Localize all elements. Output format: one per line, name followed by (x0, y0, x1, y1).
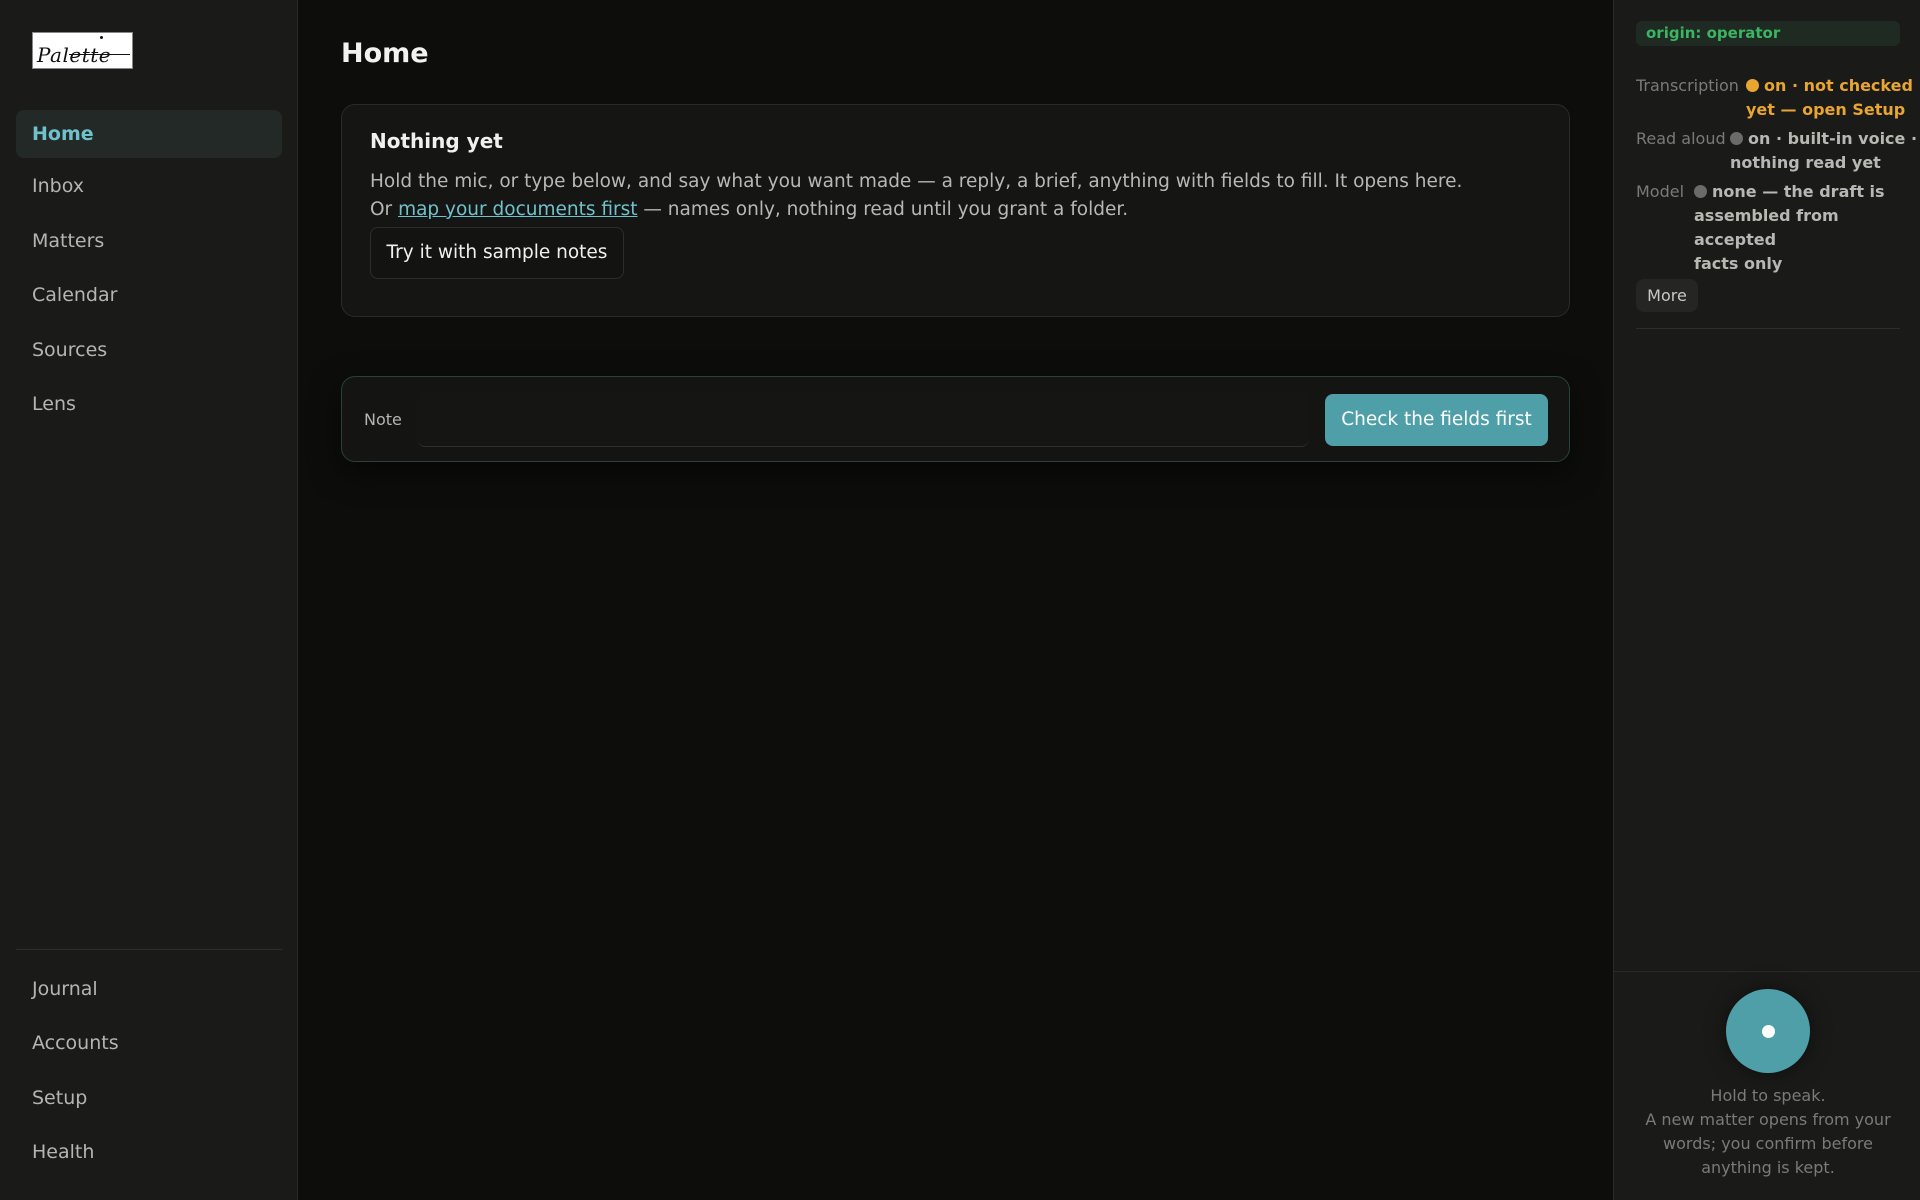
empty-state-card: Nothing yet Hold the mic, or type below,… (341, 104, 1570, 317)
status-dot-icon (1694, 185, 1707, 198)
mic-section-divider (1614, 971, 1920, 972)
sidebar-item-lens[interactable]: Lens (16, 380, 282, 428)
map-line-suffix: — names only, nothing read until you gra… (637, 199, 1129, 220)
origin-badge: origin: operator (1636, 21, 1900, 46)
hold-to-speak-button[interactable] (1726, 989, 1810, 1073)
sidebar-item-sources[interactable]: Sources (16, 326, 282, 374)
record-dot-icon (1762, 1025, 1775, 1038)
hold-desc-line1: A new matter opens from your (1645, 1110, 1891, 1129)
logo-underline (69, 54, 130, 55)
hold-desc-line3: anything is kept. (1701, 1158, 1835, 1177)
empty-state-map-line: Or map your documents first — names only… (370, 199, 1128, 220)
model-status-line1: none — the draft is (1694, 180, 1920, 204)
more-button[interactable]: More (1636, 279, 1698, 312)
sidebar-item-calendar[interactable]: Calendar (16, 271, 282, 319)
sidebar-item-journal[interactable]: Journal (16, 965, 282, 1013)
app-root: Palette Home Inbox Matters Calendar Sour… (0, 0, 1920, 1200)
transcription-status-line2: yet — open Setup (1746, 100, 1906, 119)
model-status-text1: none — the draft is (1712, 182, 1885, 201)
sidebar-item-setup[interactable]: Setup (16, 1074, 282, 1122)
page-title: Home (341, 38, 429, 69)
empty-state-title: Nothing yet (370, 129, 503, 153)
transcription-label: Transcription (1636, 76, 1739, 95)
logo-dot (100, 36, 103, 39)
model-label: Model (1636, 182, 1685, 201)
read-aloud-status-text1: on · built-in voice · (1748, 129, 1918, 148)
note-input[interactable] (417, 391, 1309, 447)
read-aloud-status-line1: on · built-in voice · (1730, 127, 1917, 151)
sidebar-item-home[interactable]: Home (16, 110, 282, 158)
status-panel: origin: operator Transcription on · not … (1613, 0, 1920, 1200)
empty-state-description: Hold the mic, or type below, and say wha… (370, 171, 1463, 192)
check-fields-button[interactable]: Check the fields first (1325, 394, 1548, 446)
read-aloud-label: Read aloud (1636, 129, 1726, 148)
sidebar-divider (16, 949, 282, 950)
transcription-status-text1: on · not checked (1764, 76, 1913, 95)
model-status-line3: facts only (1694, 254, 1783, 273)
sidebar-item-health[interactable]: Health (16, 1128, 282, 1176)
transcription-status-line1: on · not checked (1746, 74, 1913, 98)
transcription-status[interactable]: on · not checked yet — open Setup (1746, 74, 1913, 122)
hold-to-speak-caption: Hold to speak. A new matter opens from y… (1634, 1084, 1902, 1180)
sidebar-item-inbox[interactable]: Inbox (16, 162, 282, 210)
hold-desc-line2: words; you confirm before (1663, 1134, 1873, 1153)
note-composer: Note Check the fields first (341, 376, 1570, 462)
note-label: Note (364, 410, 402, 429)
status-dot-icon (1746, 79, 1759, 92)
hold-title: Hold to speak. (1710, 1086, 1826, 1105)
sidebar-item-matters[interactable]: Matters (16, 217, 282, 265)
palette-logo[interactable]: Palette (32, 32, 133, 69)
model-status-line2: assembled from accepted (1694, 206, 1839, 249)
panel-divider (1636, 328, 1900, 329)
read-aloud-status: on · built-in voice · nothing read yet (1730, 127, 1917, 175)
read-aloud-status-line2: nothing read yet (1730, 153, 1881, 172)
status-dot-icon (1730, 132, 1743, 145)
sidebar: Palette Home Inbox Matters Calendar Sour… (0, 0, 298, 1200)
map-documents-link[interactable]: map your documents first (398, 199, 637, 220)
logo-text: Palette (37, 43, 112, 67)
try-sample-notes-button[interactable]: Try it with sample notes (370, 227, 624, 279)
map-line-prefix: Or (370, 199, 399, 220)
sidebar-item-accounts[interactable]: Accounts (16, 1019, 282, 1067)
model-status: none — the draft is assembled from accep… (1694, 180, 1920, 276)
